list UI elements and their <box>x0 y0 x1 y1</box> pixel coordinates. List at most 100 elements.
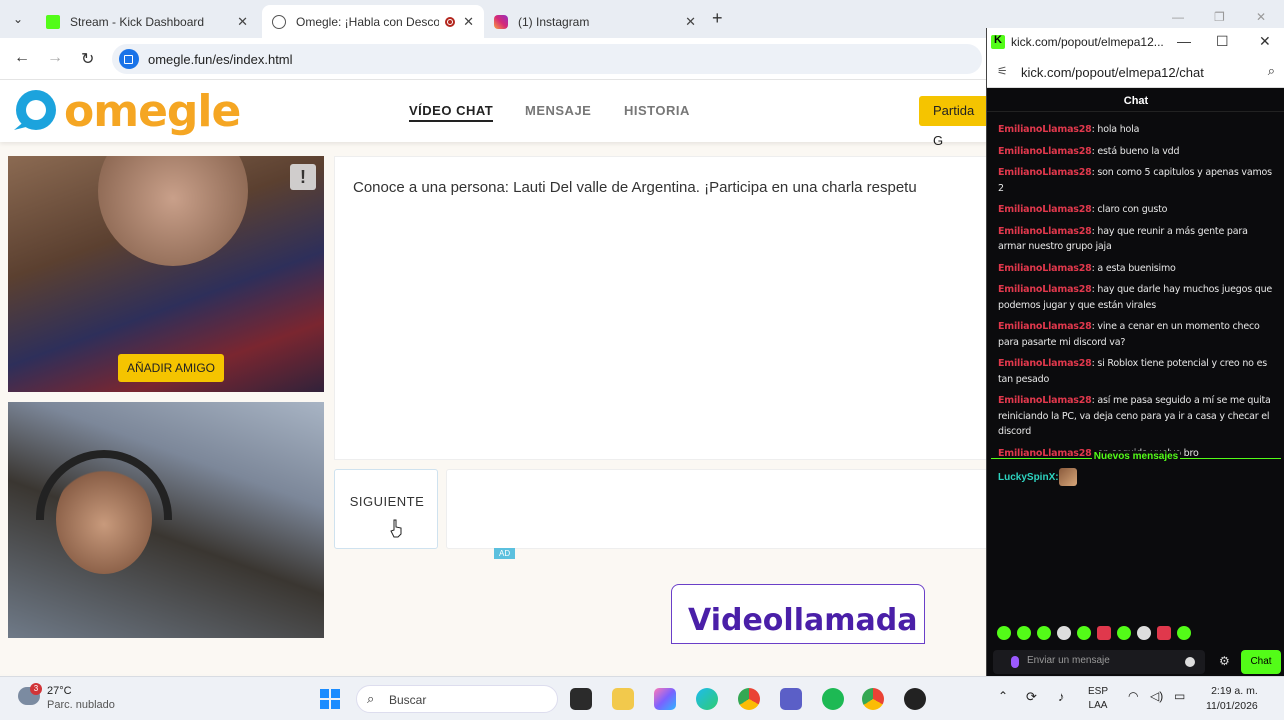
hand-cursor-icon <box>390 519 402 538</box>
tab-omegle[interactable]: Omegle: ¡Habla con Descor ✕ <box>262 5 484 38</box>
volume-icon[interactable]: ◁) <box>1150 689 1163 703</box>
chat-username[interactable]: EmilianoLlamas28 <box>998 124 1092 135</box>
chrome-icon[interactable] <box>862 688 884 710</box>
nav-historia[interactable]: HISTORIA <box>624 103 690 118</box>
chat-message: EmilianoLlamas28: así me pasa seguido a … <box>998 395 1271 437</box>
recording-icon <box>445 16 456 27</box>
chat-username[interactable]: EmilianoLlamas28 <box>998 395 1092 406</box>
weather-badge: 3 <box>30 683 42 695</box>
edge-icon[interactable] <box>696 688 718 710</box>
language-code: ESP <box>1088 686 1109 697</box>
search-placeholder: Buscar <box>389 693 427 707</box>
chat-message-text: está bueno la vdd <box>1097 145 1180 157</box>
chat-username[interactable]: LuckySpinX: <box>998 472 1059 483</box>
next-button[interactable]: SIGUIENTE <box>334 469 438 549</box>
nav-video-chat[interactable]: VÍDEO CHAT <box>409 103 494 122</box>
back-arrow-icon[interactable]: ← <box>14 49 30 67</box>
chat-username[interactable]: EmilianoLlamas28 <box>998 167 1092 178</box>
ad-label: AD <box>494 548 516 559</box>
new-tab-plus-icon[interactable]: + <box>712 8 723 29</box>
emote-icon[interactable] <box>1177 626 1191 640</box>
language-indicator[interactable]: ESP LAA <box>1088 685 1108 713</box>
emote-icon[interactable] <box>1157 626 1171 640</box>
chat-messages: EmilianoLlamas28: hola hola EmilianoLlama… <box>998 122 1276 467</box>
close-icon[interactable]: ✕ <box>1259 33 1271 50</box>
chat-message: EmilianoLlamas28: hay que reunir a más g… <box>998 225 1248 253</box>
minimize-icon[interactable]: — <box>1177 33 1191 49</box>
maximize-icon[interactable]: ☐ <box>1216 33 1229 50</box>
copilot-icon[interactable] <box>654 688 676 710</box>
minimize-icon[interactable]: — <box>1172 10 1184 24</box>
omegle-page: omegle VÍDEO CHAT MENSAJE HISTORIA Parti… <box>0 80 990 674</box>
omegle-logo-icon[interactable] <box>8 86 64 136</box>
chat-username[interactable]: EmilianoLlamas28 <box>998 321 1092 332</box>
emote-icon[interactable] <box>1057 626 1071 640</box>
microphone-icon[interactable] <box>1011 656 1019 668</box>
windows-start-icon[interactable] <box>320 689 340 709</box>
partida-button[interactable]: Partida G <box>919 96 990 148</box>
chat-message: EmilianoLlamas28: a esta buenisimo <box>998 262 1176 274</box>
logo-text: omegle <box>64 86 241 137</box>
emoji-icon[interactable] <box>1185 657 1195 667</box>
zoom-magnifier-icon[interactable]: ⌕ <box>1268 63 1275 79</box>
chat-message: EmilianoLlamas28: vine a cenar en un mom… <box>998 321 1260 348</box>
close-icon[interactable]: ✕ <box>685 14 696 30</box>
forward-arrow-icon[interactable]: → <box>47 49 63 67</box>
ad-banner[interactable]: Videollamada <box>671 584 925 644</box>
tab-instagram[interactable]: (1) Instagram ✕ <box>484 5 706 38</box>
chrome-icon[interactable] <box>738 688 760 710</box>
sync-icon[interactable]: ⟳ <box>1026 689 1037 705</box>
chat-message: EmilianoLlamas28: si Roblox tiene potenc… <box>998 358 1267 385</box>
emote-icon[interactable] <box>1017 626 1031 640</box>
task-view-icon[interactable] <box>570 688 592 710</box>
tab-kick-dashboard[interactable]: Stream - Kick Dashboard ✕ <box>36 5 258 38</box>
chat-username[interactable]: EmilianoLlamas28 <box>998 358 1092 369</box>
tab-title: Omegle: ¡Habla con Descor <box>296 14 440 29</box>
file-explorer-icon[interactable] <box>612 688 634 710</box>
microphone-tray-icon[interactable]: ♪ <box>1058 689 1065 704</box>
message-input[interactable] <box>446 469 990 549</box>
tab-search-chevron-icon[interactable]: ⌄ <box>8 9 28 29</box>
taskbar-search[interactable]: ⌕ Buscar <box>356 685 558 713</box>
chat-username[interactable]: EmilianoLlamas28 <box>998 226 1092 237</box>
chat-message: EmilianoLlamas28: hola hola <box>998 124 1140 135</box>
chevron-up-icon[interactable]: ⌃ <box>998 689 1008 703</box>
clock[interactable]: 2:19 a. m. 11/01/2026 <box>1206 684 1258 714</box>
teams-icon[interactable] <box>780 688 802 710</box>
gear-icon[interactable]: ⚙ <box>1219 654 1230 668</box>
chat-header: Chat <box>987 90 1284 112</box>
nav-mensaje[interactable]: MENSAJE <box>525 103 591 118</box>
chat-username[interactable]: EmilianoLlamas28 <box>998 263 1092 274</box>
chat-message-text: hola hola <box>1097 124 1140 135</box>
send-chat-button[interactable]: Chat <box>1241 650 1281 674</box>
reload-icon[interactable]: ↻ <box>81 49 94 69</box>
emote-icon[interactable] <box>1097 626 1111 640</box>
weather-condition: Parc. nublado <box>47 699 115 711</box>
battery-icon[interactable]: ▭ <box>1174 689 1185 703</box>
emote-icon[interactable] <box>1037 626 1051 640</box>
chat-username[interactable]: EmilianoLlamas28 <box>998 146 1092 157</box>
popout-address-bar[interactable]: ⚟ kick.com/popout/elmepa12/chat ⌕ <box>987 56 1284 88</box>
emote-icon[interactable] <box>1137 626 1151 640</box>
obs-icon[interactable] <box>904 688 926 710</box>
site-info-icon[interactable] <box>119 49 139 69</box>
address-bar[interactable]: omegle.fun/es/index.html <box>112 44 982 74</box>
report-icon[interactable]: ! <box>290 164 316 190</box>
maximize-icon[interactable]: ❐ <box>1214 10 1225 24</box>
chat-username[interactable]: EmilianoLlamas28 <box>998 284 1092 295</box>
close-icon[interactable]: ✕ <box>463 14 474 30</box>
emote-icon[interactable] <box>1077 626 1091 640</box>
close-icon[interactable]: ✕ <box>237 14 248 30</box>
spotify-icon[interactable] <box>822 688 844 710</box>
chat-input[interactable] <box>1027 655 1177 666</box>
site-settings-icon[interactable]: ⚟ <box>997 64 1008 78</box>
wifi-icon[interactable]: ◠ <box>1128 689 1138 703</box>
chat-log: Conoce a una persona: Lauti Del valle de… <box>334 156 990 460</box>
clock-time: 2:19 a. m. <box>1211 685 1258 697</box>
close-window-icon[interactable]: ✕ <box>1256 10 1266 24</box>
ad-banner-text: Videollamada <box>688 603 918 638</box>
add-friend-button[interactable]: AÑADIR AMIGO <box>118 354 225 382</box>
emote-icon[interactable] <box>1117 626 1131 640</box>
emote-icon[interactable] <box>997 626 1011 640</box>
chat-username[interactable]: EmilianoLlamas28 <box>998 204 1092 215</box>
